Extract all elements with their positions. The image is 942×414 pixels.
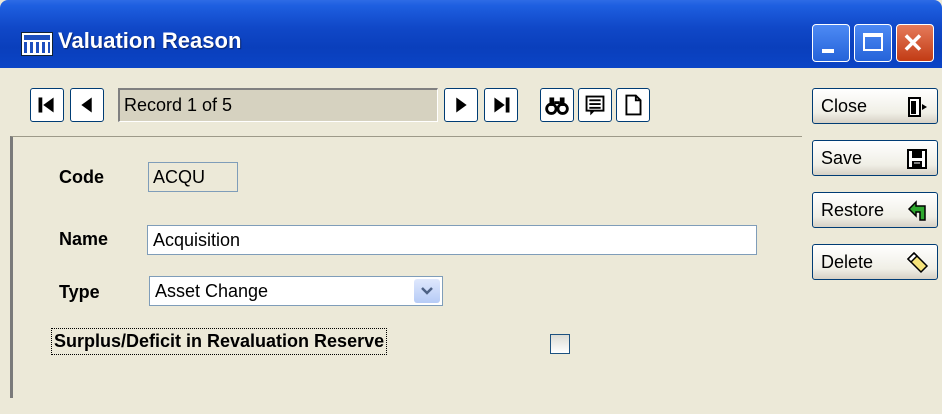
last-record-button[interactable] <box>484 88 518 122</box>
app-table-icon <box>21 32 53 56</box>
eraser-icon <box>906 251 929 274</box>
code-field: ACQU <box>148 162 238 192</box>
record-position-display: Record 1 of 5 <box>118 88 438 122</box>
name-input[interactable]: Acquisition <box>147 225 757 255</box>
close-button[interactable]: Close <box>812 88 938 124</box>
close-icon: ✕ <box>902 28 924 58</box>
type-dropdown[interactable]: Asset Change <box>149 276 443 306</box>
previous-record-button[interactable] <box>70 88 104 122</box>
find-button[interactable] <box>540 88 574 122</box>
new-record-button[interactable] <box>616 88 650 122</box>
restore-button-label: Restore <box>821 200 885 220</box>
dropdown-arrow-button[interactable] <box>414 279 440 303</box>
name-label: Name <box>59 229 109 249</box>
type-label: Type <box>59 282 100 302</box>
minimize-icon <box>822 49 834 53</box>
surplus-deficit-label[interactable]: Surplus/Deficit in Revaluation Reserve <box>51 328 388 355</box>
record-navigation-bar: Record 1 of 5 <box>12 74 802 124</box>
next-record-icon <box>456 97 467 113</box>
form-panel <box>10 136 802 398</box>
next-record-button[interactable] <box>444 88 478 122</box>
delete-button-label: Delete <box>821 252 874 272</box>
delete-button[interactable]: Delete <box>812 244 938 280</box>
previous-record-icon <box>81 97 92 113</box>
title-bar[interactable]: Valuation Reason ✕ <box>0 0 942 68</box>
new-record-icon <box>625 94 642 116</box>
type-selected-value: Asset Change <box>155 281 269 301</box>
save-button-label: Save <box>821 148 863 168</box>
chevron-down-icon <box>421 287 433 295</box>
last-record-icon <box>494 97 510 113</box>
exit-door-icon <box>908 97 927 117</box>
list-view-icon <box>585 95 605 116</box>
close-button-label: Close <box>821 96 868 116</box>
find-binoculars-icon <box>545 97 569 115</box>
minimize-button[interactable] <box>812 24 850 62</box>
maximize-icon <box>863 33 883 51</box>
surplus-deficit-checkbox[interactable] <box>550 334 570 354</box>
maximize-button[interactable] <box>854 24 892 62</box>
window-title: Valuation Reason <box>58 28 242 53</box>
close-window-button[interactable]: ✕ <box>896 24 934 62</box>
restore-arrow-icon <box>907 200 926 221</box>
first-record-icon <box>38 97 54 113</box>
list-view-button[interactable] <box>578 88 612 122</box>
save-button[interactable]: Save <box>812 140 938 176</box>
restore-button[interactable]: Restore <box>812 192 938 228</box>
valuation-reason-window: Valuation Reason ✕ Record 1 of 5 Code AC… <box>0 0 942 414</box>
save-icon <box>907 149 927 169</box>
code-label: Code <box>59 167 104 187</box>
first-record-button[interactable] <box>30 88 64 122</box>
